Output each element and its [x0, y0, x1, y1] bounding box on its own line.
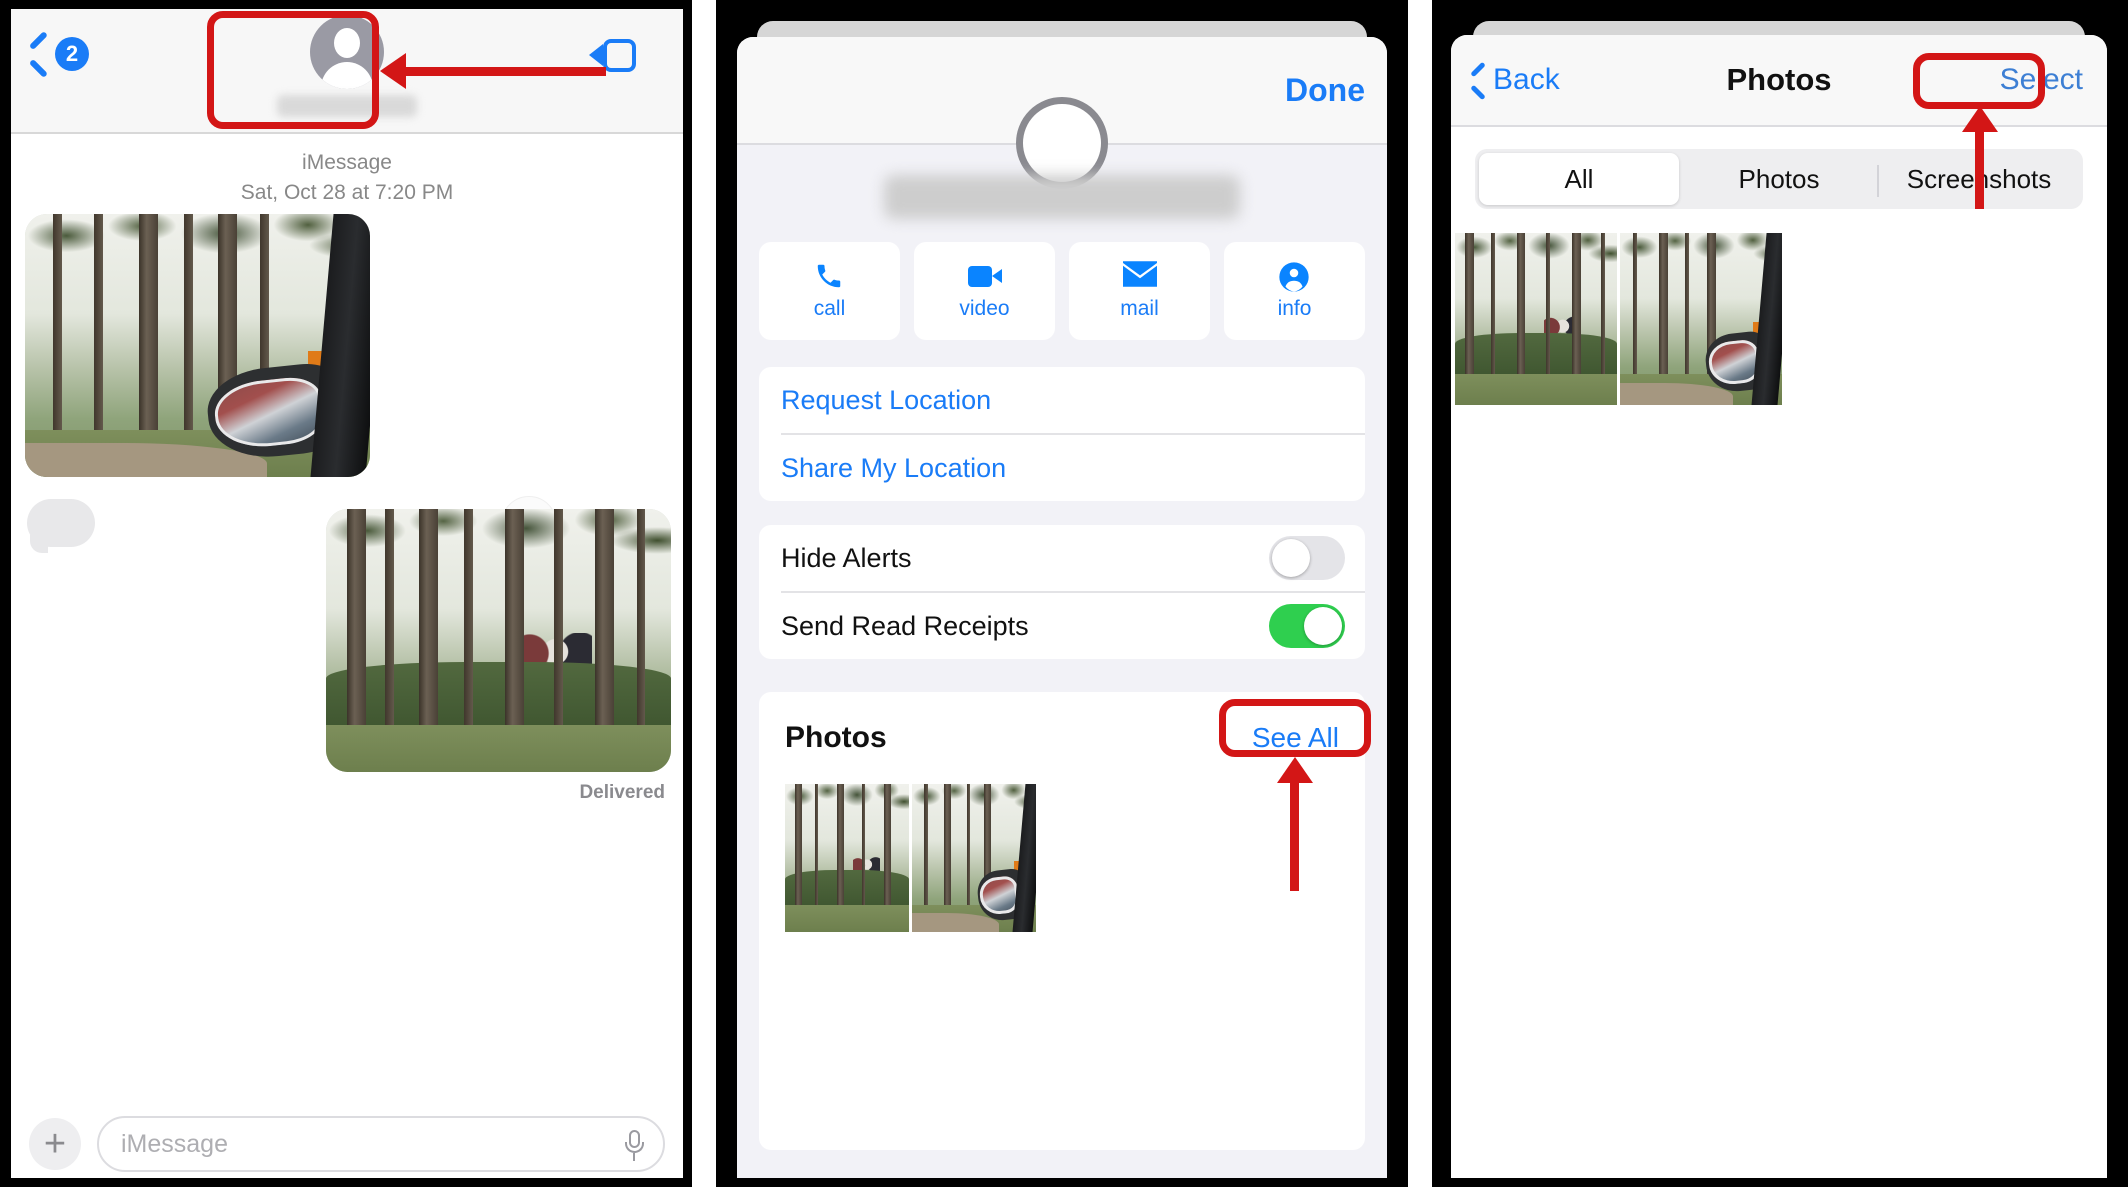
segment-all[interactable]: All: [1479, 153, 1679, 205]
photos-title: Photos: [785, 721, 887, 754]
done-button[interactable]: Done: [1285, 72, 1365, 109]
contact-name-blurred: [884, 175, 1240, 219]
photo-grid-item[interactable]: [1620, 233, 1782, 405]
mail-label: mail: [1120, 297, 1159, 320]
microphone-icon[interactable]: [625, 1130, 644, 1162]
photo-grid: [1455, 233, 2107, 405]
photo-forest-mirror: [25, 214, 370, 477]
photo-forest-hedge: [1455, 233, 1617, 405]
photos-card-header: Photos See All: [759, 692, 1365, 784]
chevron-left-icon: [27, 35, 49, 73]
incoming-photo-bubble[interactable]: [25, 214, 370, 477]
delivery-status: Delivered: [579, 782, 665, 803]
photos-navbar: Back Photos Select: [1451, 35, 2107, 127]
phone-panel-contact-details: Done call video mail info Request Locati…: [716, 0, 1408, 1187]
chevron-left-icon: [1469, 65, 1487, 95]
back-button[interactable]: Back: [1469, 63, 1560, 97]
typing-indicator-bubble: [27, 499, 95, 553]
back-button[interactable]: 2: [27, 35, 89, 73]
photo-thumbnail[interactable]: [785, 784, 909, 932]
hide-alerts-row[interactable]: Hide Alerts: [759, 525, 1365, 591]
hide-alerts-label: Hide Alerts: [781, 542, 912, 573]
person-circle-icon: [1278, 261, 1312, 292]
request-location-row[interactable]: Request Location: [759, 367, 1365, 433]
thread-timestamp: Sat, Oct 28 at 7:20 PM: [240, 181, 454, 204]
imessage-placeholder: iMessage: [121, 1129, 228, 1158]
info-button[interactable]: info: [1224, 242, 1365, 340]
back-label: Back: [1493, 63, 1560, 96]
page-title: Photos: [1726, 62, 1832, 97]
call-button[interactable]: call: [759, 242, 900, 340]
photos-card: Photos See All: [759, 692, 1365, 1150]
quick-actions-row: call video mail info: [759, 242, 1365, 340]
avatar: [310, 15, 384, 89]
share-my-location-row[interactable]: Share My Location: [759, 435, 1365, 501]
message-thread: iMessage Sat, Oct 28 at 7:20 PM Delivere…: [11, 134, 683, 1178]
contact-name-blurred: [277, 95, 417, 117]
photo-thumbnail-strip: [759, 784, 1365, 932]
facetime-button[interactable]: [589, 39, 659, 79]
send-read-receipts-row[interactable]: Send Read Receipts: [759, 593, 1365, 659]
call-label: call: [813, 297, 846, 320]
conversation-header: 2: [11, 9, 683, 134]
message-composer: iMessage: [11, 1102, 683, 1178]
screenshot-stage: 2 iMessage Sat, Oct 28 at 7:20 PM Delive…: [0, 0, 2128, 1187]
photo-forest-mirror: [1620, 233, 1782, 405]
see-all-button[interactable]: See All: [1252, 722, 1339, 754]
photo-grid-item[interactable]: [1455, 233, 1617, 405]
service-label: iMessage: [302, 151, 392, 174]
thread-meta: iMessage Sat, Oct 28 at 7:20 PM: [11, 134, 683, 208]
contact-header-button[interactable]: [270, 9, 424, 117]
mail-icon: [1122, 261, 1157, 291]
select-button[interactable]: Select: [2000, 63, 2083, 97]
outgoing-photo-bubble[interactable]: [326, 509, 671, 772]
photo-thumbnail[interactable]: [912, 784, 1036, 932]
media-filter-segmented-control: All Photos Screenshots: [1475, 149, 2083, 209]
phone-panel-conversation: 2 iMessage Sat, Oct 28 at 7:20 PM Delive…: [0, 0, 692, 1187]
alerts-card: Hide Alerts Send Read Receipts: [759, 525, 1365, 659]
mail-button[interactable]: mail: [1069, 242, 1210, 340]
video-button[interactable]: video: [914, 242, 1055, 340]
photo-forest-hedge: [785, 784, 909, 932]
phone-panel-photos-grid: Back Photos Select All Photos Screenshot…: [1432, 0, 2128, 1187]
send-read-receipts-toggle[interactable]: [1269, 604, 1345, 648]
send-read-receipts-label: Send Read Receipts: [781, 610, 1029, 641]
segment-screenshots[interactable]: Screenshots: [1879, 153, 2079, 205]
video-camera-icon: [967, 261, 1002, 291]
hide-alerts-toggle[interactable]: [1269, 536, 1345, 580]
photos-sheet: Back Photos Select All Photos Screenshot…: [1451, 35, 2107, 1178]
imessage-input[interactable]: iMessage: [97, 1116, 665, 1172]
segment-photos[interactable]: Photos: [1679, 153, 1879, 205]
photo-forest-mirror: [912, 784, 1036, 932]
unread-badge: 2: [55, 37, 89, 71]
plus-icon[interactable]: [29, 1118, 81, 1170]
location-card: Request Location Share My Location: [759, 367, 1365, 501]
phone-icon: [813, 261, 847, 291]
details-sheet: Done call video mail info Request Locati…: [737, 37, 1387, 1178]
info-label: info: [1277, 297, 1312, 320]
photo-forest-hedge: [326, 509, 671, 772]
video-label: video: [959, 297, 1010, 320]
